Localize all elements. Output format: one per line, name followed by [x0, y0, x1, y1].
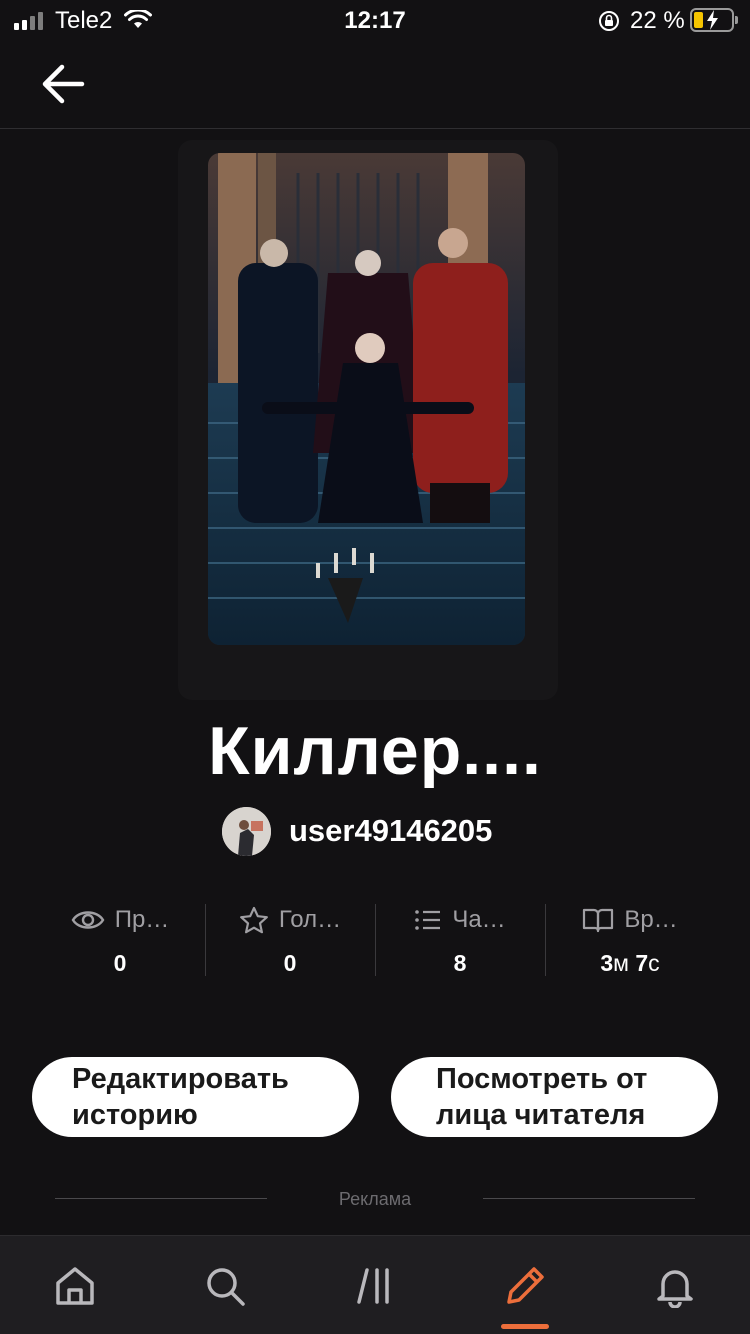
star-icon [239, 906, 268, 934]
tab-search[interactable] [195, 1260, 255, 1312]
author-avatar[interactable] [222, 806, 271, 856]
bottom-tab-bar [0, 1235, 750, 1334]
battery-percent: 22 % [630, 7, 685, 34]
stat-votes-value: 0 [283, 950, 297, 976]
tab-library[interactable] [345, 1260, 405, 1312]
tab-notifications[interactable] [645, 1260, 705, 1312]
ad-label: Реклама [338, 1189, 412, 1209]
write-icon [507, 1267, 544, 1304]
orientation-lock-icon [599, 11, 619, 31]
stat-reading-time-value: 3м 7с [600, 950, 660, 976]
stat-reads-label: Пр… [114, 906, 170, 933]
author-name[interactable]: user49146205 [289, 813, 492, 849]
stat-parts-label: Ча… [452, 906, 506, 933]
stat-votes-label: Гол… [278, 906, 342, 933]
stat-votes: Гол… 0 [205, 900, 375, 978]
story-title: Киллер.... [208, 713, 542, 789]
stat-reading-time-label: Вр… [624, 906, 678, 933]
edit-story-label-line2: историю [72, 1099, 198, 1131]
tab-write[interactable] [495, 1260, 555, 1312]
stat-parts-value: 8 [453, 950, 467, 976]
home-icon [56, 1267, 94, 1305]
story-stats: Пр… 0 Гол… 0 Ча… 8 Вр… 3м 7с [35, 900, 715, 978]
stat-reading-time: Вр… 3м 7с [545, 900, 715, 978]
story-cover-image[interactable] [208, 153, 525, 645]
list-icon [415, 910, 441, 930]
reader-preview-label-line2: лица читателя [436, 1099, 646, 1131]
author-row[interactable]: user49146205 [222, 806, 492, 856]
ad-separator: Реклама [55, 1188, 695, 1210]
stat-reads: Пр… 0 [35, 900, 205, 978]
reader-preview-label-line1: Посмотреть от [436, 1063, 648, 1095]
reader-preview-button[interactable]: Посмотреть от лица читателя [391, 1057, 718, 1137]
book-icon [583, 908, 614, 933]
back-button[interactable] [38, 60, 90, 108]
edit-story-button[interactable]: Редактировать историю [32, 1057, 359, 1137]
stat-reads-value: 0 [113, 950, 127, 976]
arrow-left-icon [42, 64, 85, 104]
library-icon [357, 1268, 389, 1304]
battery-icon [690, 8, 738, 32]
status-bar: Tele2 12:17 22 % [0, 0, 750, 44]
edit-story-label-line1: Редактировать [72, 1063, 289, 1095]
header-divider [0, 128, 750, 129]
notifications-icon [657, 1270, 693, 1308]
tab-home[interactable] [45, 1260, 105, 1312]
eye-icon [71, 911, 105, 929]
stat-parts: Ча… 8 [375, 900, 545, 978]
active-tab-indicator [501, 1324, 549, 1329]
search-icon [207, 1268, 245, 1306]
